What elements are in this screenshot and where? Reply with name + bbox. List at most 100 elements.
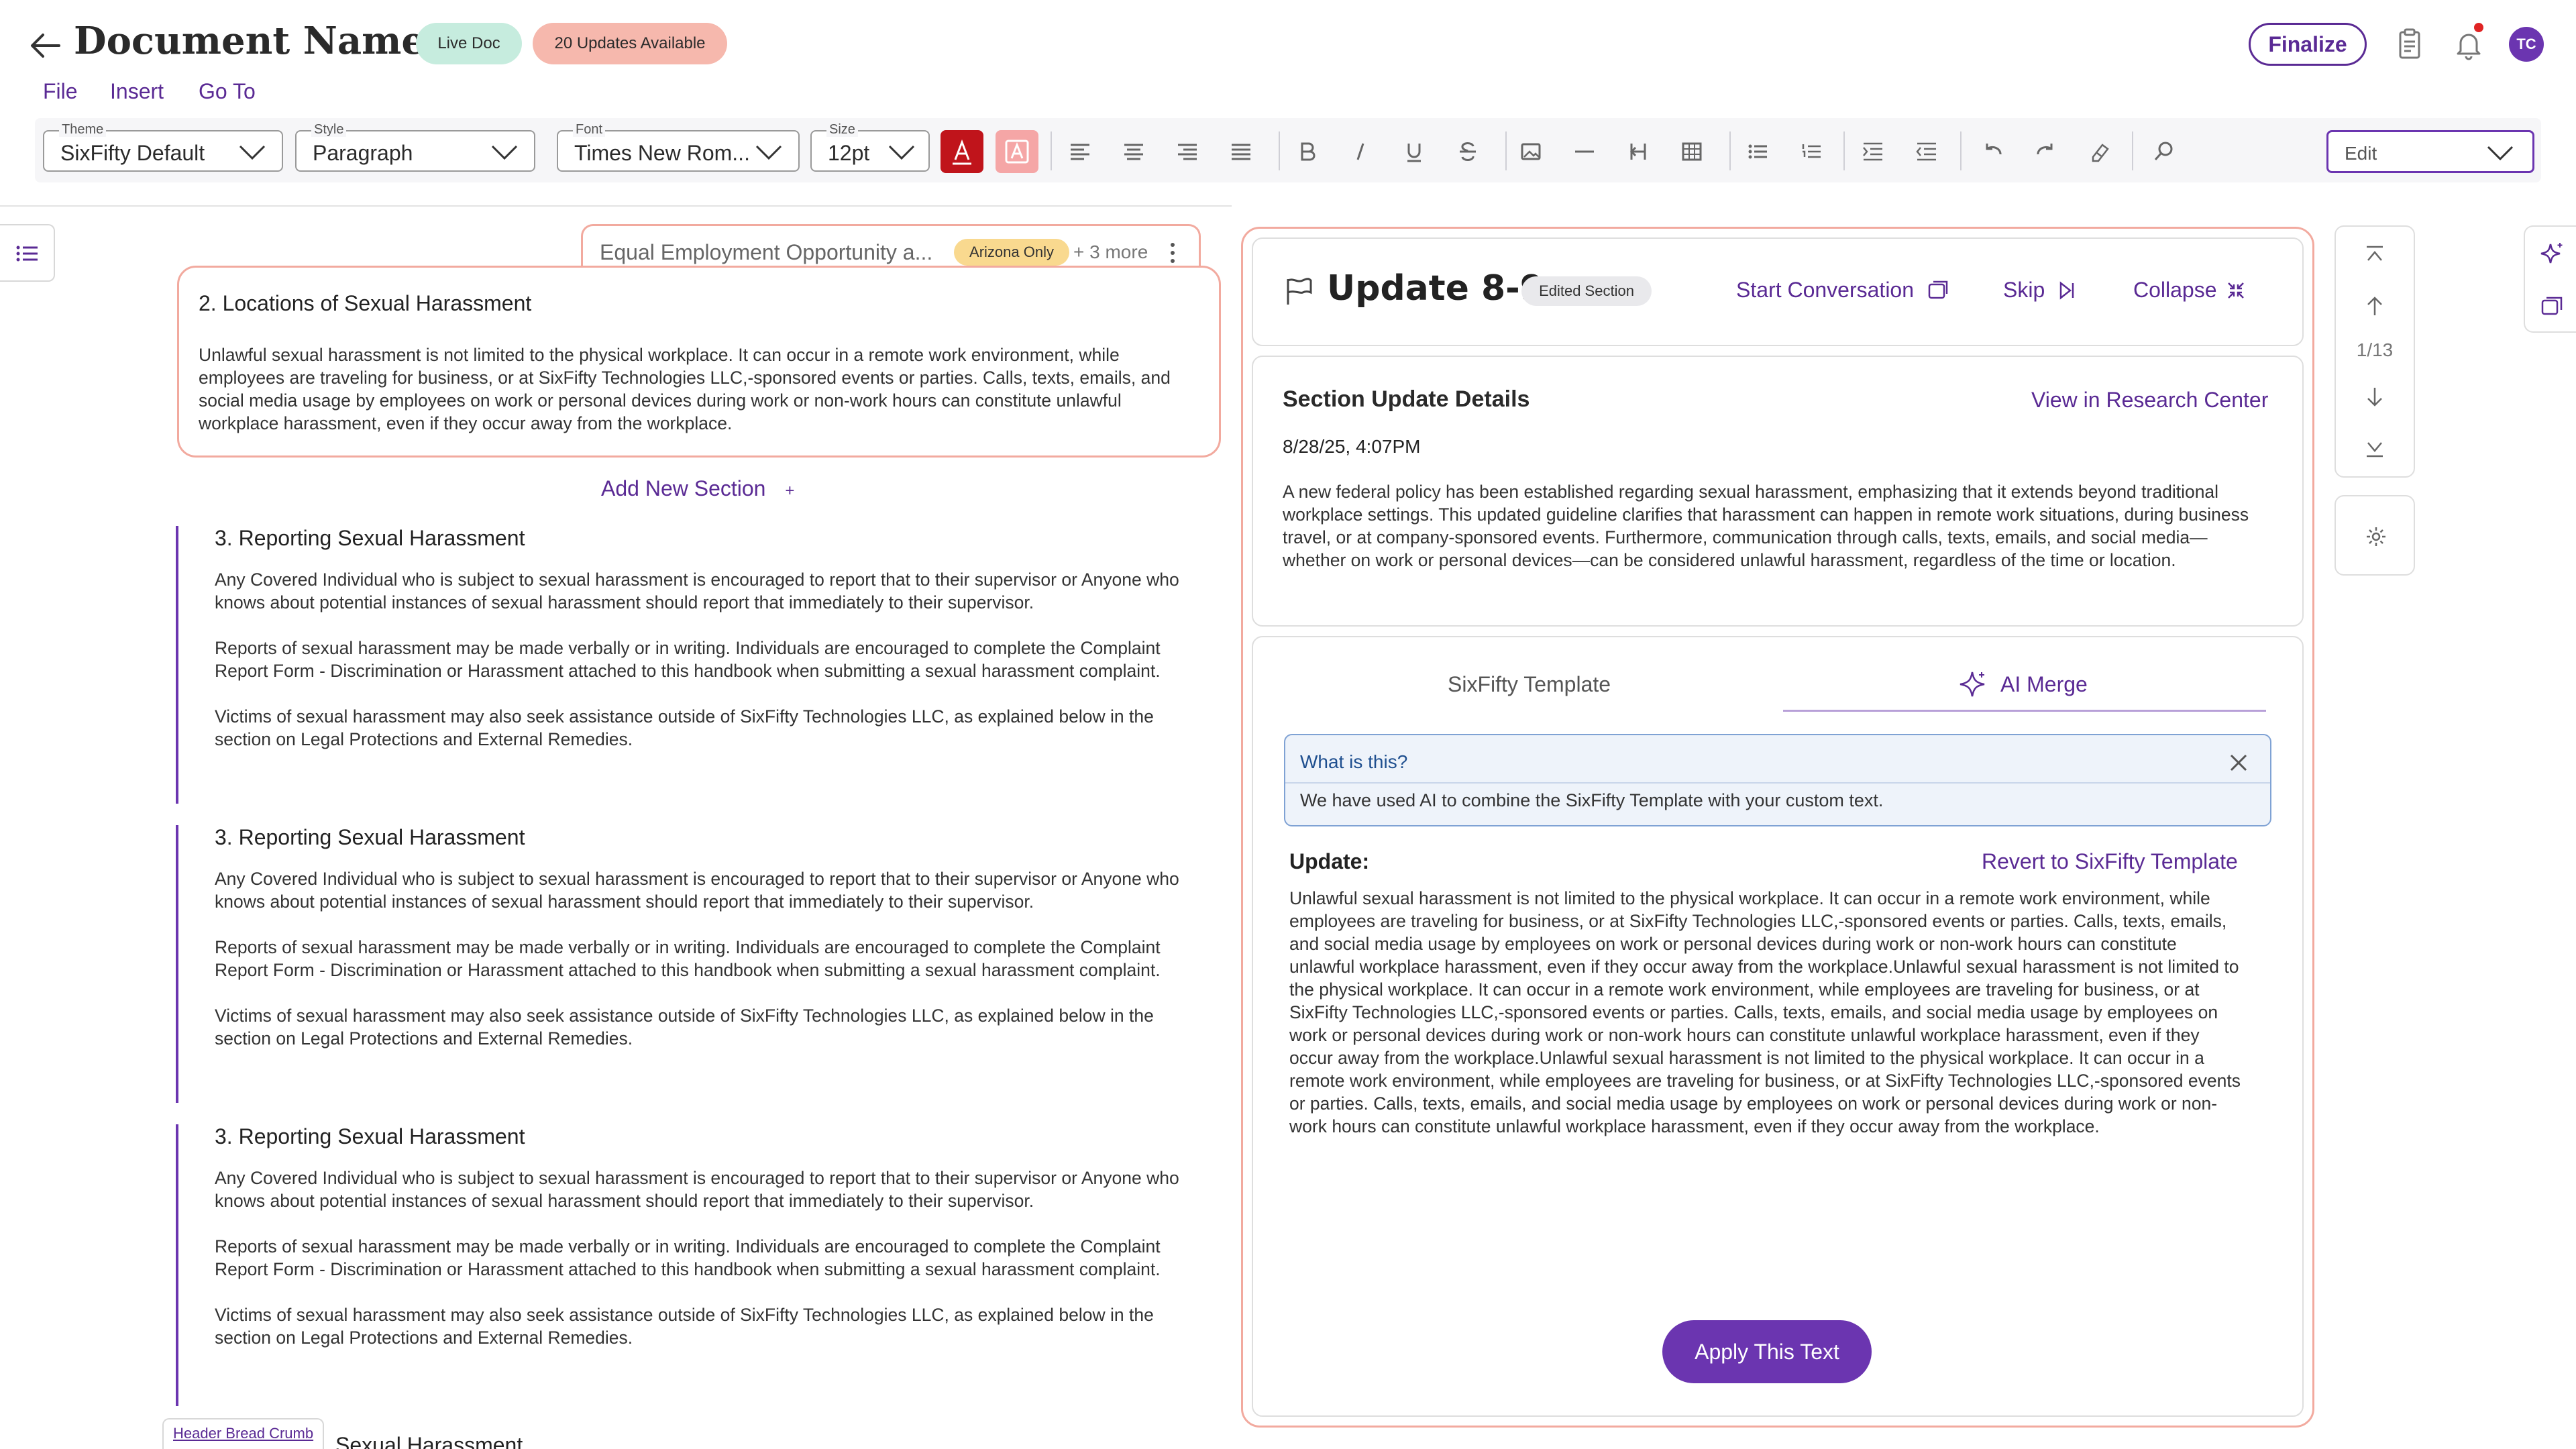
bulleted-list-icon[interactable] <box>1744 138 1771 165</box>
style-label: Style <box>311 122 347 137</box>
mode-select[interactable]: Edit <box>2326 130 2534 173</box>
ai-sparkle-icon[interactable] <box>2538 240 2565 267</box>
section-paragraph: Reports of sexual harassment may be made… <box>215 937 1161 980</box>
font-color-button[interactable] <box>941 130 983 173</box>
menu-insert[interactable]: Insert <box>110 79 164 104</box>
section-paragraph: Victims of sexual harassment may also se… <box>215 1006 1154 1049</box>
size-label: Size <box>826 122 858 137</box>
collapse-icon[interactable] <box>2224 279 2247 302</box>
section-block[interactable]: 3. Reporting Sexual Harassment Any Cover… <box>176 526 1209 804</box>
section-block[interactable]: 3. Reporting Sexual Harassment Any Cover… <box>176 825 1209 1103</box>
table-icon[interactable] <box>1678 138 1705 165</box>
info-callout-text: We have used AI to combine the SixFifty … <box>1300 790 1884 810</box>
chevron-down-icon <box>2487 146 2514 160</box>
updates-available-badge[interactable]: 20 Updates Available <box>533 23 727 64</box>
highlight-color-button[interactable] <box>996 130 1038 173</box>
active-tab-indicator <box>1783 710 2266 712</box>
notification-bell-icon[interactable] <box>2450 25 2487 63</box>
italic-icon[interactable] <box>1347 138 1374 165</box>
revert-to-template-link[interactable]: Revert to SixFifty Template <box>1982 849 2238 874</box>
comments-icon[interactable] <box>2540 294 2565 319</box>
numbered-list-icon[interactable] <box>1798 138 1825 165</box>
image-icon[interactable] <box>1517 138 1544 165</box>
document-title[interactable]: Document Name <box>74 19 425 63</box>
horizontal-rule-icon[interactable] <box>1571 138 1598 165</box>
toolbar-divider <box>1843 131 1845 170</box>
close-icon[interactable] <box>2227 751 2250 774</box>
view-in-research-center-link[interactable]: View in Research Center <box>2031 388 2268 413</box>
section-paragraph: Victims of sexual harassment may also se… <box>215 1305 1154 1348</box>
menu-file[interactable]: File <box>43 79 78 104</box>
collapse-button[interactable]: Collapse <box>2133 278 2217 303</box>
flag-icon <box>1287 278 1312 305</box>
menu-go-to[interactable]: Go To <box>199 79 256 104</box>
search-icon[interactable] <box>2151 138 2178 165</box>
update-title: Update 8-9 <box>1327 268 1544 309</box>
chat-icon[interactable] <box>1927 279 1949 302</box>
font-color-icon <box>953 139 971 165</box>
align-justify-icon[interactable] <box>1228 138 1254 165</box>
jurisdiction-badge: Arizona Only <box>954 239 1069 266</box>
strikethrough-icon[interactable] <box>1454 138 1481 165</box>
highlight-icon <box>1005 140 1029 164</box>
chevron-down-icon <box>888 145 915 160</box>
outdent-icon[interactable] <box>1913 138 1940 165</box>
clear-format-icon[interactable] <box>2086 138 2113 165</box>
style-select[interactable]: Style Paragraph <box>295 122 535 172</box>
undo-icon[interactable] <box>1979 138 2006 165</box>
previous-update-icon[interactable] <box>2361 292 2388 319</box>
redo-icon[interactable] <box>2033 138 2059 165</box>
settings-button[interactable] <box>2334 495 2415 576</box>
update-counter: 1/13 <box>2356 339 2394 360</box>
chevron-down-icon <box>239 145 266 160</box>
info-callout <box>1284 734 2271 826</box>
details-description: A new federal policy has been establishe… <box>1283 482 2249 570</box>
size-value: 12pt <box>828 141 870 165</box>
chevron-down-icon <box>755 145 782 160</box>
section-paragraph: Any Covered Individual who is subject to… <box>215 570 1179 612</box>
indent-icon[interactable] <box>1860 138 1886 165</box>
section-paragraph: Any Covered Individual who is subject to… <box>215 869 1179 912</box>
underline-icon[interactable] <box>1401 138 1428 165</box>
outline-toggle-button[interactable] <box>0 224 55 282</box>
merged-update-text[interactable]: Unlawful sexual harassment is not limite… <box>1289 887 2246 1138</box>
back-arrow-icon[interactable] <box>25 25 66 66</box>
last-update-icon[interactable] <box>2361 435 2388 462</box>
sparkle-icon <box>1960 672 1985 697</box>
section-block[interactable]: 3. Reporting Sexual Harassment Any Cover… <box>176 1124 1209 1406</box>
align-right-icon[interactable] <box>1174 138 1201 165</box>
theme-label: Theme <box>59 122 107 137</box>
update-timestamp: 8/28/25, 4:07PM <box>1283 436 1421 457</box>
finalize-button[interactable]: Finalize <box>2249 23 2367 66</box>
clipboard-icon[interactable] <box>2391 25 2428 63</box>
more-vertical-icon[interactable] <box>1166 240 1179 266</box>
size-select[interactable]: Size 12pt <box>810 122 930 172</box>
skip-button[interactable]: Skip <box>2003 278 2045 303</box>
font-label: Font <box>573 122 606 137</box>
align-center-icon[interactable] <box>1120 138 1147 165</box>
start-conversation-button[interactable]: Start Conversation <box>1736 278 1914 303</box>
theme-select[interactable]: Theme SixFifty Default <box>43 122 283 172</box>
skip-icon[interactable] <box>2055 279 2078 302</box>
live-doc-badge: Live Doc <box>416 23 522 64</box>
tab-ai-merge[interactable]: AI Merge <box>2000 672 2088 697</box>
first-update-icon[interactable] <box>2361 241 2388 268</box>
section-heading: 3. Reporting Sexual Harassment <box>215 526 525 550</box>
more-jurisdictions[interactable]: + 3 more <box>1073 241 1148 263</box>
add-section-label: Add New Section <box>601 476 766 500</box>
section-paragraph: Reports of sexual harassment may be made… <box>215 638 1161 681</box>
next-update-icon[interactable] <box>2361 384 2388 411</box>
add-new-section-button[interactable]: Add New Section + <box>601 476 794 501</box>
page-break-icon[interactable] <box>1625 138 1652 165</box>
bold-icon[interactable] <box>1293 138 1320 165</box>
section-paragraph: Any Covered Individual who is subject to… <box>215 1168 1179 1211</box>
toolbar-divider <box>1051 131 1052 170</box>
tab-sixfifty-template[interactable]: SixFifty Template <box>1448 672 1611 697</box>
header-breadcrumb[interactable]: Header Bread Crumb <box>162 1418 325 1449</box>
apply-this-text-button[interactable]: Apply This Text <box>1662 1320 1872 1383</box>
list-icon <box>16 246 38 262</box>
user-avatar[interactable]: TC <box>2509 27 2544 62</box>
align-left-icon[interactable] <box>1067 138 1093 165</box>
plus-icon: + <box>785 482 795 500</box>
font-select[interactable]: Font Times New Rom... <box>557 122 800 172</box>
